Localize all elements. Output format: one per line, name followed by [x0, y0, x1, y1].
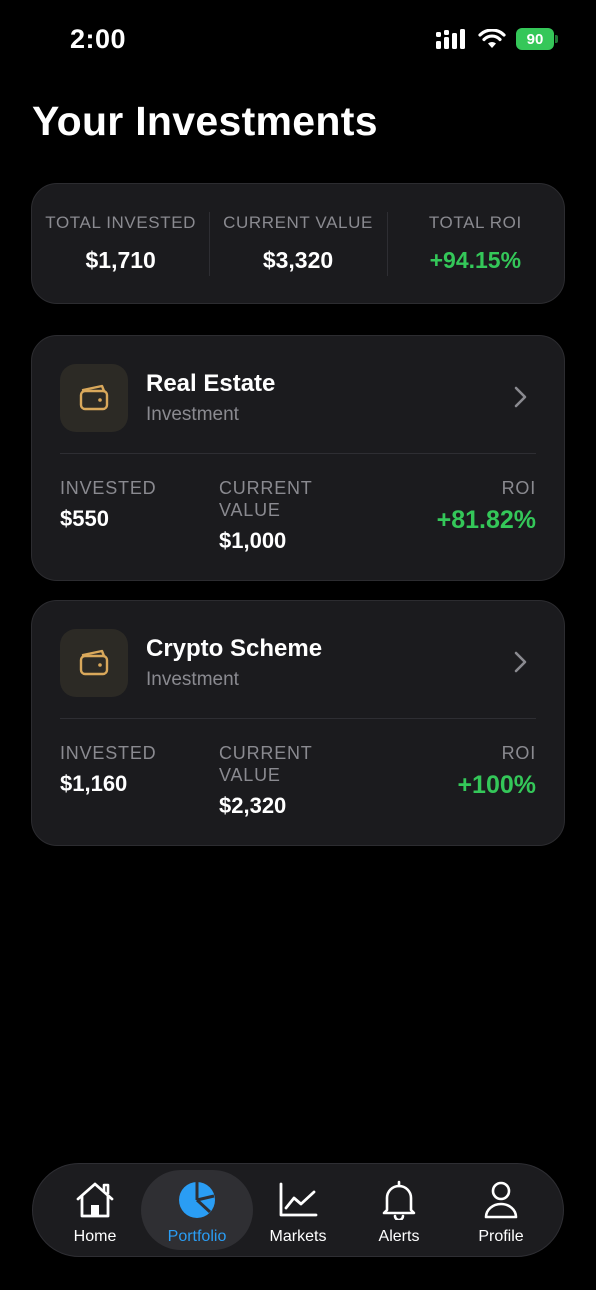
roi-value: +81.82%: [436, 506, 536, 534]
investments-screen: 2:00 90 Your Investments TOTAL INVESTED …: [0, 0, 596, 1290]
investment-icon-box: [60, 364, 128, 432]
current-value-label: CURRENT VALUE: [219, 477, 313, 521]
divider: [60, 453, 536, 454]
invested-value: $1,160: [60, 771, 128, 796]
roi-label: ROI: [501, 743, 536, 763]
summary-card: TOTAL INVESTED $1,710 CURRENT VALUE $3,3…: [31, 183, 565, 304]
investment-card-real-estate[interactable]: Real Estate Investment INVESTED $550 CUR…: [31, 335, 565, 581]
tab-alerts[interactable]: Alerts: [347, 1170, 451, 1250]
chevron-right-icon[interactable]: [510, 384, 530, 410]
current-value-label: CURRENT VALUE: [219, 742, 313, 786]
investment-name: Real Estate: [146, 370, 276, 397]
tab-portfolio[interactable]: Portfolio: [141, 1170, 253, 1250]
battery-level: 90: [526, 30, 544, 48]
status-bar: 2:00 90: [0, 0, 596, 80]
tab-markets[interactable]: Markets: [246, 1170, 350, 1250]
wallet-icon: [79, 649, 109, 676]
invested-label: INVESTED: [60, 478, 157, 498]
tab-label: Portfolio: [167, 1228, 227, 1245]
summary-roi-value: +94.15%: [429, 247, 522, 273]
tab-label: Profile: [478, 1228, 524, 1245]
divider: [60, 718, 536, 719]
roi-label: ROI: [501, 478, 536, 498]
current-label-line2: VALUE: [219, 765, 281, 785]
tab-bar: Home Portfolio Markets Alerts Profile: [32, 1163, 564, 1257]
invested-label: INVESTED: [60, 743, 157, 763]
invested-value: $550: [60, 506, 109, 531]
wifi-icon: [478, 29, 506, 48]
investment-card-crypto-scheme[interactable]: Crypto Scheme Investment INVESTED $1,160…: [31, 600, 565, 846]
current-value: $2,320: [219, 793, 287, 818]
status-time: 2:00: [70, 24, 127, 54]
wallet-icon: [79, 384, 109, 411]
page-title: Your Investments: [32, 98, 378, 144]
summary-label: TOTAL INVESTED: [45, 213, 197, 232]
tab-label: Home: [73, 1228, 117, 1245]
investment-subtitle: Investment: [146, 404, 239, 425]
summary-total-roi: TOTAL ROI +94.15%: [386, 204, 564, 284]
summary-label: TOTAL ROI: [428, 213, 522, 232]
bell-icon: [382, 1180, 416, 1220]
cellular-signal-icon: [436, 29, 465, 49]
current-label-line2: VALUE: [219, 500, 281, 520]
summary-current-value: CURRENT VALUE $3,320: [209, 204, 386, 284]
investment-name: Crypto Scheme: [146, 635, 323, 662]
current-label-line1: CURRENT: [219, 478, 313, 498]
chevron-right-icon[interactable]: [510, 649, 530, 675]
summary-value: $1,710: [85, 247, 156, 273]
current-label-line1: CURRENT: [219, 743, 313, 763]
summary-total-invested: TOTAL INVESTED $1,710: [32, 204, 209, 284]
current-value: $1,000: [219, 528, 287, 553]
roi-value: +100%: [457, 771, 536, 799]
status-icons: 90: [436, 28, 558, 50]
tab-profile[interactable]: Profile: [449, 1170, 553, 1250]
person-icon: [484, 1181, 518, 1219]
house-icon: [76, 1182, 114, 1218]
battery-icon: 90: [516, 28, 558, 50]
investment-subtitle: Investment: [146, 669, 239, 690]
tab-label: Alerts: [378, 1228, 420, 1245]
tab-label: Markets: [269, 1228, 327, 1245]
summary-value: $3,320: [262, 247, 334, 273]
pie-chart-icon: [179, 1182, 215, 1218]
summary-label: CURRENT VALUE: [223, 213, 373, 232]
tab-home[interactable]: Home: [43, 1170, 147, 1250]
investment-icon-box: [60, 629, 128, 697]
line-chart-icon: [279, 1182, 318, 1217]
